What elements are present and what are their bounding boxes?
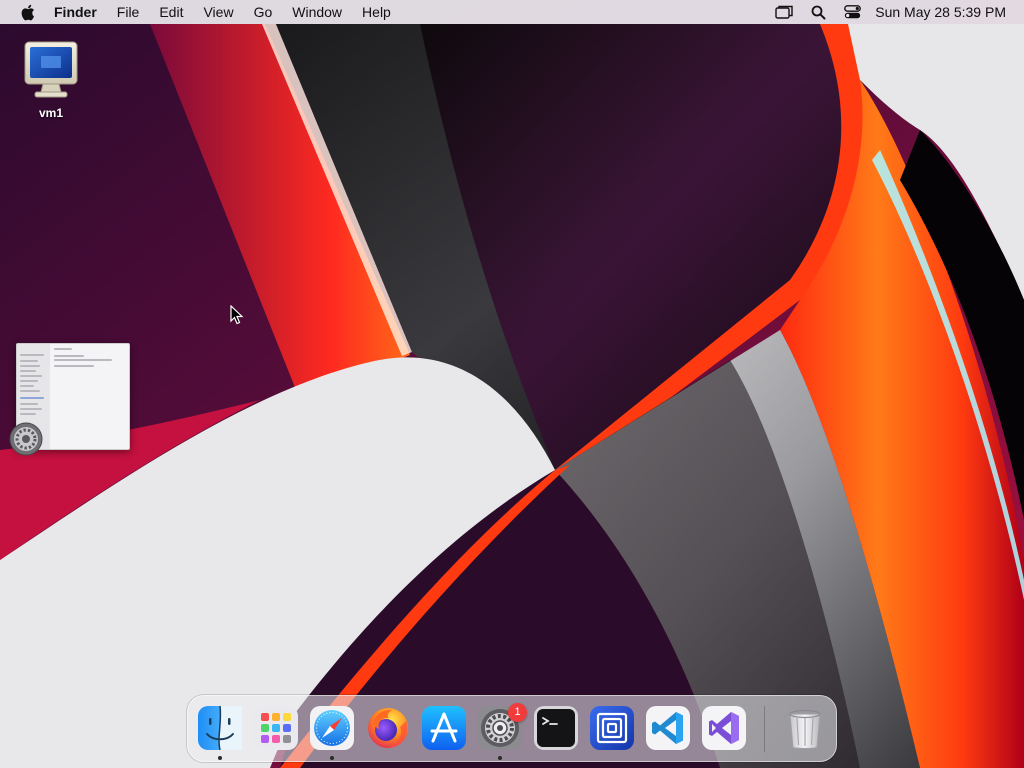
system-preferences-icon <box>9 422 43 456</box>
dock-item-safari[interactable] <box>309 705 355 751</box>
menu-app-finder[interactable]: Finder <box>54 0 107 24</box>
parallels-icon <box>590 706 634 750</box>
desktop-icon-label: vm1 <box>38 106 64 120</box>
dock-item-visual-studio[interactable] <box>701 705 747 751</box>
thumbnail-line <box>54 365 94 367</box>
visual-studio-icon <box>702 706 746 750</box>
thumbnail-line <box>54 355 84 357</box>
dock-item-parallels[interactable] <box>589 705 635 751</box>
safari-icon <box>310 706 354 750</box>
thumbnail-line <box>20 360 38 362</box>
mouse-cursor-icon <box>230 305 244 325</box>
menu-view[interactable]: View <box>193 0 243 24</box>
dock-item-trash[interactable] <box>782 705 828 751</box>
thumbnail-line <box>20 365 40 367</box>
apple-menu-icon[interactable] <box>0 0 54 24</box>
running-indicator <box>498 756 502 760</box>
running-indicator <box>218 756 222 760</box>
thumbnail-line <box>20 403 38 405</box>
dock-item-vscode[interactable] <box>645 705 691 751</box>
dock-item-finder[interactable] <box>197 705 243 751</box>
menu-edit[interactable]: Edit <box>149 0 193 24</box>
thumbnail-line <box>20 380 38 382</box>
desktop-wallpaper <box>0 0 1024 768</box>
dock: 1 <box>187 695 837 762</box>
thumbnail-line <box>20 397 44 399</box>
dock-separator <box>764 706 765 752</box>
menu-go[interactable]: Go <box>244 0 283 24</box>
menu-help[interactable]: Help <box>352 0 401 24</box>
menu-file[interactable]: File <box>107 0 150 24</box>
thumbnail-line <box>54 348 72 350</box>
finder-icon <box>198 705 242 751</box>
menu-bar: Finder File Edit View Go Window Help Sun… <box>0 0 1024 24</box>
spotlight-search-icon[interactable] <box>801 0 835 24</box>
menu-window[interactable]: Window <box>282 0 352 24</box>
thumbnail-line <box>20 390 40 392</box>
thumbnail-line <box>20 408 42 410</box>
notification-badge: 1 <box>508 703 527 722</box>
thumbnail-line <box>54 359 112 361</box>
thumbnail-line <box>20 413 36 415</box>
thumbnail-line <box>20 375 42 377</box>
thumbnail-line <box>20 354 44 356</box>
dock-item-launchpad[interactable] <box>253 705 299 751</box>
control-center-icon[interactable] <box>835 0 869 24</box>
trash-icon <box>789 709 821 749</box>
thumbnail-line <box>20 385 34 387</box>
menu-clock[interactable]: Sun May 28 5:39 PM <box>869 4 1006 20</box>
firefox-icon <box>368 708 408 748</box>
launchpad-icon <box>254 706 298 750</box>
dock-item-app-store[interactable] <box>421 705 467 751</box>
terminal-icon <box>534 706 578 750</box>
desktop-icon-vm1[interactable]: vm1 <box>14 40 88 128</box>
vscode-icon <box>646 706 690 750</box>
monitor-icon <box>24 41 78 98</box>
display-mirroring-icon[interactable] <box>767 0 801 24</box>
dock-item-firefox[interactable] <box>365 705 411 751</box>
app-store-icon <box>422 706 466 750</box>
dock-item-terminal[interactable] <box>533 705 579 751</box>
running-indicator <box>330 756 334 760</box>
thumbnail-line <box>20 370 36 372</box>
